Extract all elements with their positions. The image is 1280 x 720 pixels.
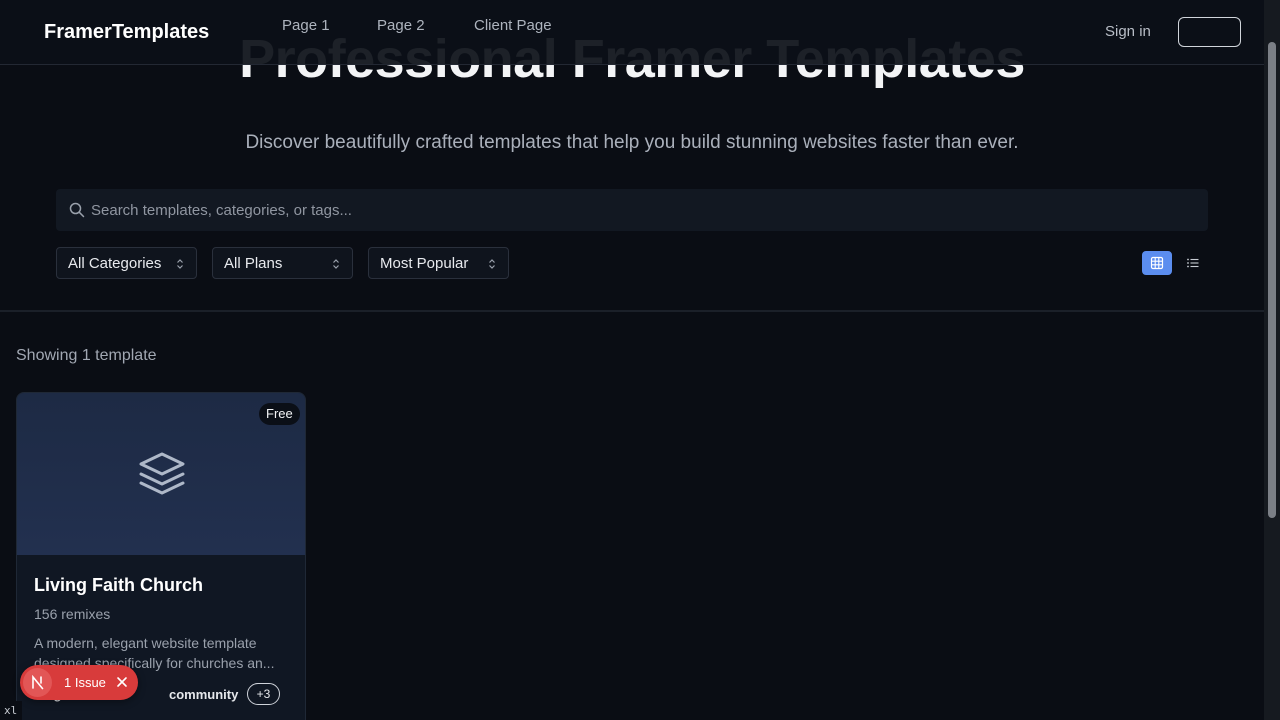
grid-icon xyxy=(1150,256,1164,270)
search-input[interactable] xyxy=(91,189,1191,231)
chevron-updown-icon xyxy=(488,257,496,275)
search-bar[interactable] xyxy=(56,189,1208,231)
sort-select[interactable]: Most Popular xyxy=(368,247,509,279)
breakpoint-indicator: xl xyxy=(0,701,22,720)
nav-link-page-2[interactable]: Page 2 xyxy=(377,17,425,34)
plan-badge: Free xyxy=(259,403,300,425)
brand-logo[interactable]: FramerTemplates xyxy=(44,21,209,44)
close-icon[interactable] xyxy=(113,673,131,691)
hero-subtitle: Discover beautifully crafted templates t… xyxy=(245,132,1019,153)
plan-select[interactable]: All Plans xyxy=(212,247,353,279)
scrollbar-thumb[interactable] xyxy=(1268,42,1276,518)
nav-link-client-page[interactable]: Client Page xyxy=(474,17,552,34)
card-tag[interactable]: community xyxy=(169,687,238,702)
card-thumbnail[interactable]: Free xyxy=(17,393,305,555)
list-view-button[interactable] xyxy=(1178,251,1208,275)
search-icon xyxy=(69,202,85,223)
section-divider xyxy=(0,310,1264,312)
nav-link-page-1[interactable]: Page 1 xyxy=(282,17,330,34)
category-select-value: All Categories xyxy=(68,255,162,272)
category-select[interactable]: All Categories xyxy=(56,247,197,279)
list-icon xyxy=(1187,258,1199,268)
page: Professional Framer Templates Discover b… xyxy=(0,0,1280,720)
sign-in-link[interactable]: Sign in xyxy=(1105,23,1151,40)
nextjs-icon[interactable] xyxy=(23,668,52,697)
card-remix-count: 156 remixes xyxy=(34,606,111,622)
sort-select-value: Most Popular xyxy=(380,255,469,272)
nav-action-button[interactable] xyxy=(1178,17,1241,47)
card-title[interactable]: Living Faith Church xyxy=(34,575,203,596)
layers-icon xyxy=(137,451,187,502)
chevron-updown-icon xyxy=(332,257,340,275)
issue-indicator[interactable]: 1 Issue xyxy=(20,665,138,700)
grid-view-button[interactable] xyxy=(1142,251,1172,275)
plan-select-value: All Plans xyxy=(224,255,283,272)
navbar: FramerTemplates Page 1 Page 2 Client Pag… xyxy=(0,0,1264,65)
scrollbar[interactable] xyxy=(1264,0,1280,720)
chevron-updown-icon xyxy=(176,257,184,275)
more-tags-badge[interactable]: +3 xyxy=(247,683,280,705)
issue-count[interactable]: 1 Issue xyxy=(64,675,106,690)
results-count: Showing 1 template xyxy=(16,347,157,364)
